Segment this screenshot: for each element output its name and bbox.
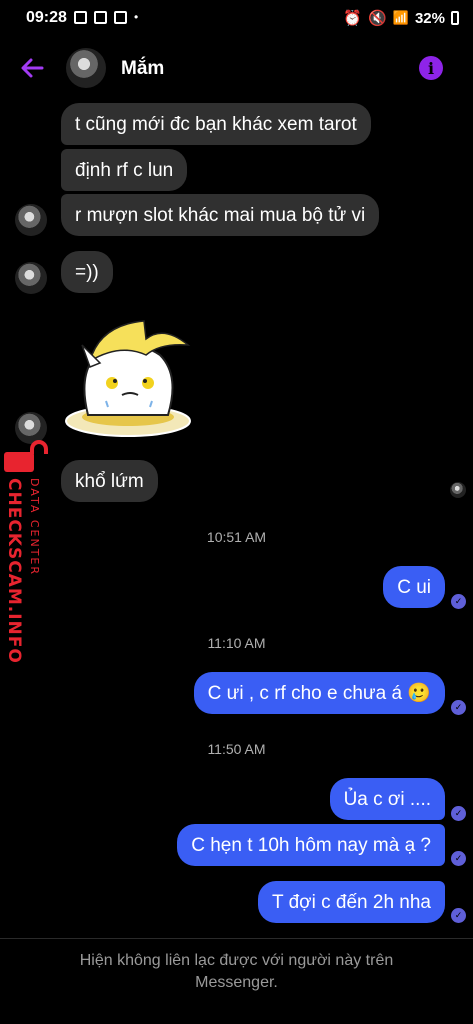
back-arrow-icon[interactable] bbox=[18, 54, 46, 82]
message-text: Ủa c ơi .... bbox=[343, 788, 431, 810]
message-text: định rf c lun bbox=[75, 159, 174, 181]
notice-line-2: Messenger. bbox=[195, 974, 278, 991]
footer-divider bbox=[0, 938, 473, 939]
timestamp: 10:51 AM bbox=[206, 529, 267, 545]
message-text: C ui bbox=[397, 576, 431, 598]
unavailable-notice: Hiện không liên lạc được với người này t… bbox=[0, 950, 473, 994]
message-text: khổ lứm bbox=[75, 470, 144, 492]
status-bar: 09:28 • ⏰ 🔇 📶 32% bbox=[0, 0, 473, 38]
info-icon[interactable]: i bbox=[419, 56, 443, 80]
watermark-subtext: DATA CENTER bbox=[28, 478, 41, 577]
chat-header: Mắm i bbox=[0, 40, 473, 98]
timestamp: 11:50 AM bbox=[207, 741, 266, 757]
outgoing-message[interactable]: C ưi , c rf cho e chưa á 🥲 bbox=[193, 672, 445, 714]
outgoing-message[interactable]: C ui bbox=[383, 566, 445, 608]
battery-percent: 32% bbox=[414, 9, 445, 27]
message-text: r mượn slot khác mai mua bộ tử vi bbox=[75, 204, 366, 226]
outgoing-message[interactable]: C hẹn t 10h hôm nay mà ạ ? bbox=[177, 824, 445, 866]
incoming-message[interactable]: =)) bbox=[61, 251, 113, 293]
incoming-message[interactable]: t cũng mới đc bạn khác xem tarot bbox=[61, 103, 371, 145]
timestamp: 11:10 AM bbox=[207, 635, 266, 651]
sticker-image[interactable] bbox=[60, 315, 200, 440]
incoming-message[interactable]: r mượn slot khác mai mua bộ tử vi bbox=[61, 194, 380, 236]
qr-icon bbox=[114, 10, 127, 24]
status-system-icons: ⏰ 🔇 📶 32% bbox=[343, 9, 459, 27]
incoming-message[interactable]: khổ lứm bbox=[61, 460, 158, 502]
read-receipt-icon: ✓ bbox=[451, 594, 466, 609]
incoming-message[interactable]: định rf c lun bbox=[61, 149, 188, 191]
watermark-text: CHECKSCAM.INFO bbox=[4, 478, 24, 664]
wifi-icon: 📶 bbox=[392, 10, 409, 25]
message-text: =)) bbox=[75, 261, 99, 283]
seen-indicator-avatar bbox=[450, 482, 466, 498]
dot-icon: • bbox=[134, 10, 139, 24]
outgoing-message[interactable]: Ủa c ơi .... bbox=[329, 778, 445, 820]
read-receipt-icon: ✓ bbox=[451, 806, 466, 821]
read-receipt-icon: ✓ bbox=[451, 908, 466, 923]
sender-avatar[interactable] bbox=[15, 262, 47, 294]
message-text: t cũng mới đc bạn khác xem tarot bbox=[75, 113, 357, 135]
mute-icon: 🔇 bbox=[368, 10, 387, 27]
alarm-icon: ⏰ bbox=[343, 10, 363, 27]
status-time: 09:28 bbox=[26, 9, 67, 26]
gallery-icon bbox=[74, 10, 87, 24]
message-text: C ưi , c rf cho e chưa á 🥲 bbox=[207, 682, 431, 704]
lock-icon bbox=[4, 440, 48, 472]
battery-icon bbox=[451, 11, 459, 25]
watermark: CHECKSCAM.INFO DATA CENTER bbox=[0, 440, 52, 670]
outgoing-message[interactable]: T đợi c đến 2h nha bbox=[258, 881, 445, 923]
message-text: C hẹn t 10h hôm nay mà ạ ? bbox=[191, 834, 431, 856]
read-receipt-icon: ✓ bbox=[451, 851, 466, 866]
sender-avatar[interactable] bbox=[15, 204, 47, 236]
read-receipt-icon: ✓ bbox=[451, 700, 466, 715]
status-notification-icons: • bbox=[74, 10, 138, 24]
message-text: T đợi c đến 2h nha bbox=[272, 891, 431, 913]
notice-line-1: Hiện không liên lạc được với người này t… bbox=[79, 952, 394, 969]
image-icon bbox=[94, 10, 107, 24]
contact-name[interactable]: Mắm bbox=[121, 58, 164, 80]
contact-avatar[interactable] bbox=[66, 48, 106, 88]
